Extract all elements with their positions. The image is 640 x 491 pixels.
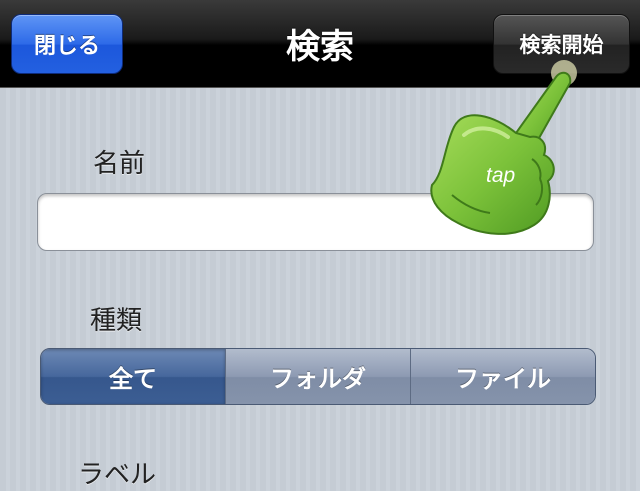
segment-all[interactable]: 全て xyxy=(41,349,225,404)
segment-folder[interactable]: フォルダ xyxy=(225,349,410,404)
type-segmented-control: 全て フォルダ ファイル xyxy=(40,348,596,405)
tap-hint-text: tap xyxy=(486,164,515,187)
type-label: 種類 xyxy=(90,306,143,336)
name-label: 名前 xyxy=(93,149,146,179)
close-button[interactable]: 閉じる xyxy=(11,14,123,74)
pointing-hand-icon: tap xyxy=(430,60,577,235)
label-label: ラベル xyxy=(78,460,157,490)
page-title: 検索 xyxy=(286,26,354,67)
segment-file[interactable]: ファイル xyxy=(410,349,595,404)
